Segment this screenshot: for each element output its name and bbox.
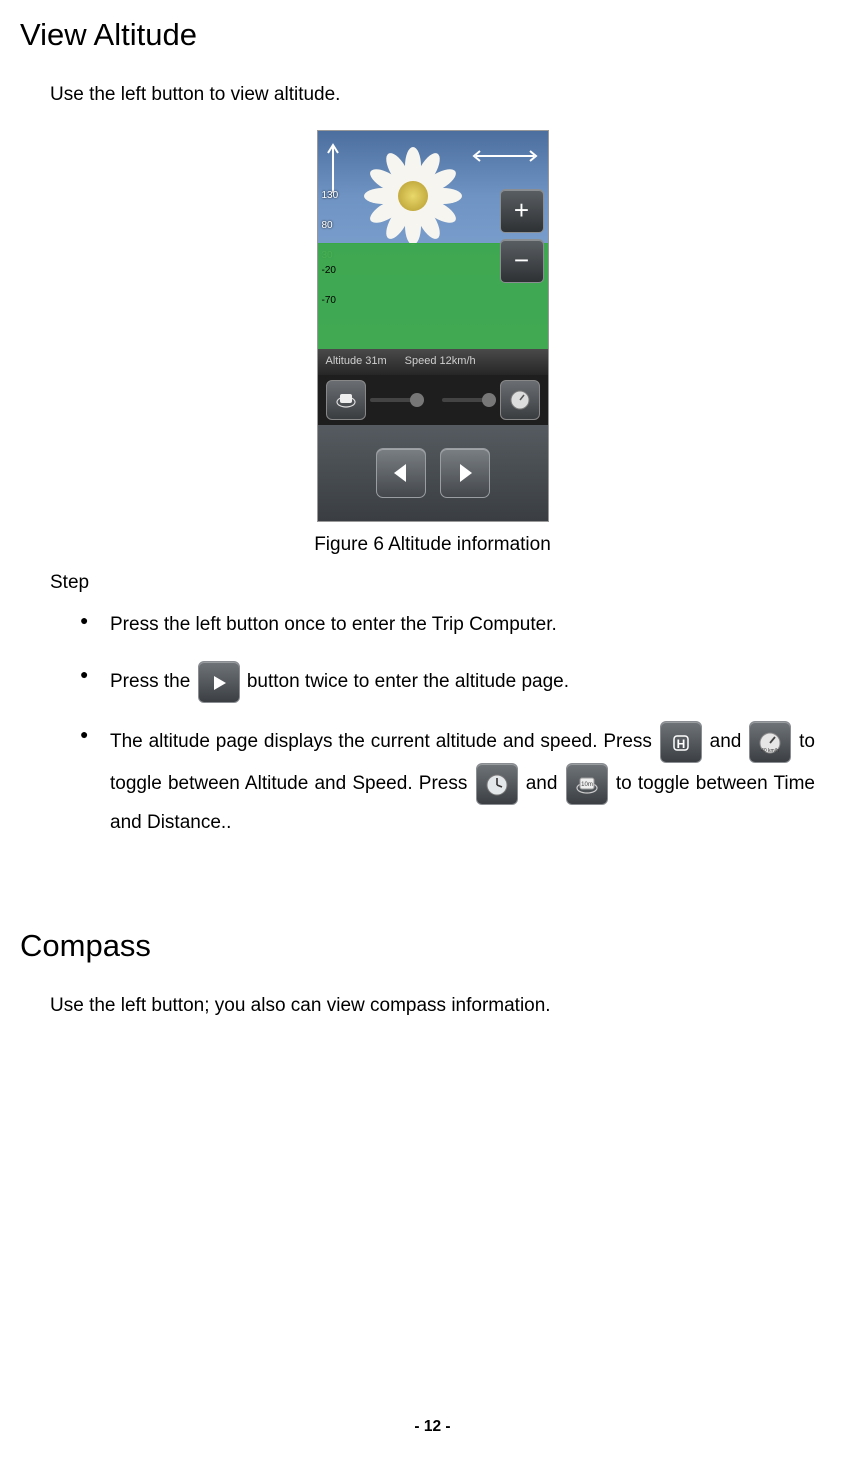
- vertical-axis-arrow-icon: [326, 143, 340, 193]
- prev-button[interactable]: [376, 448, 426, 498]
- device-screenshot: 130 80 30 -20 -70 + − Altitude 31m Speed…: [317, 130, 549, 522]
- svg-text:10m: 10m: [581, 782, 593, 788]
- steps-list: Press the left button once to enter the …: [80, 607, 815, 841]
- background-flower: [368, 151, 458, 241]
- heading-view-altitude: View Altitude: [20, 10, 825, 60]
- zoom-out-button[interactable]: −: [500, 239, 544, 283]
- step-2: Press the button twice to enter the alti…: [80, 661, 815, 703]
- next-button[interactable]: [440, 448, 490, 498]
- nav-row: [318, 425, 548, 521]
- distance-tape-icon: 10m: [566, 763, 608, 805]
- speed-toggle-button[interactable]: [500, 380, 540, 420]
- step-label: Step: [50, 568, 825, 598]
- y-tick-neg20: -20: [322, 263, 336, 279]
- svg-text:H: H: [676, 737, 685, 751]
- distance-toggle-button[interactable]: [326, 380, 366, 420]
- intro-compass: Use the left button; you also can view c…: [50, 991, 825, 1021]
- figure-caption: Figure 6 Altitude information: [314, 530, 551, 560]
- slider-track-right[interactable]: [442, 398, 496, 402]
- heading-compass: Compass: [20, 921, 825, 971]
- intro-altitude: Use the left button to view altitude.: [50, 80, 825, 110]
- next-arrow-icon: [198, 661, 240, 703]
- time-clock-icon: [476, 763, 518, 805]
- zoom-in-button[interactable]: +: [500, 189, 544, 233]
- horizontal-axis-arrow-icon: [472, 143, 538, 157]
- step-1: Press the left button once to enter the …: [80, 607, 815, 643]
- altitude-chart-area: 130 80 30 -20 -70 + −: [318, 131, 548, 349]
- figure-6: 130 80 30 -20 -70 + − Altitude 31m Speed…: [40, 130, 825, 560]
- svg-text:40 km/h: 40 km/h: [761, 748, 779, 754]
- altitude-h-icon: H: [660, 721, 702, 763]
- y-tick-neg70: -70: [322, 293, 336, 309]
- speed-gauge-icon: 40 km/h: [749, 721, 791, 763]
- slider-track-left[interactable]: [370, 398, 424, 402]
- page-number: - 12 -: [0, 1415, 865, 1440]
- step-3: The altitude page displays the current a…: [80, 721, 815, 841]
- status-bar: Altitude 31m Speed 12km/h: [318, 349, 548, 375]
- toggle-row: [318, 375, 548, 425]
